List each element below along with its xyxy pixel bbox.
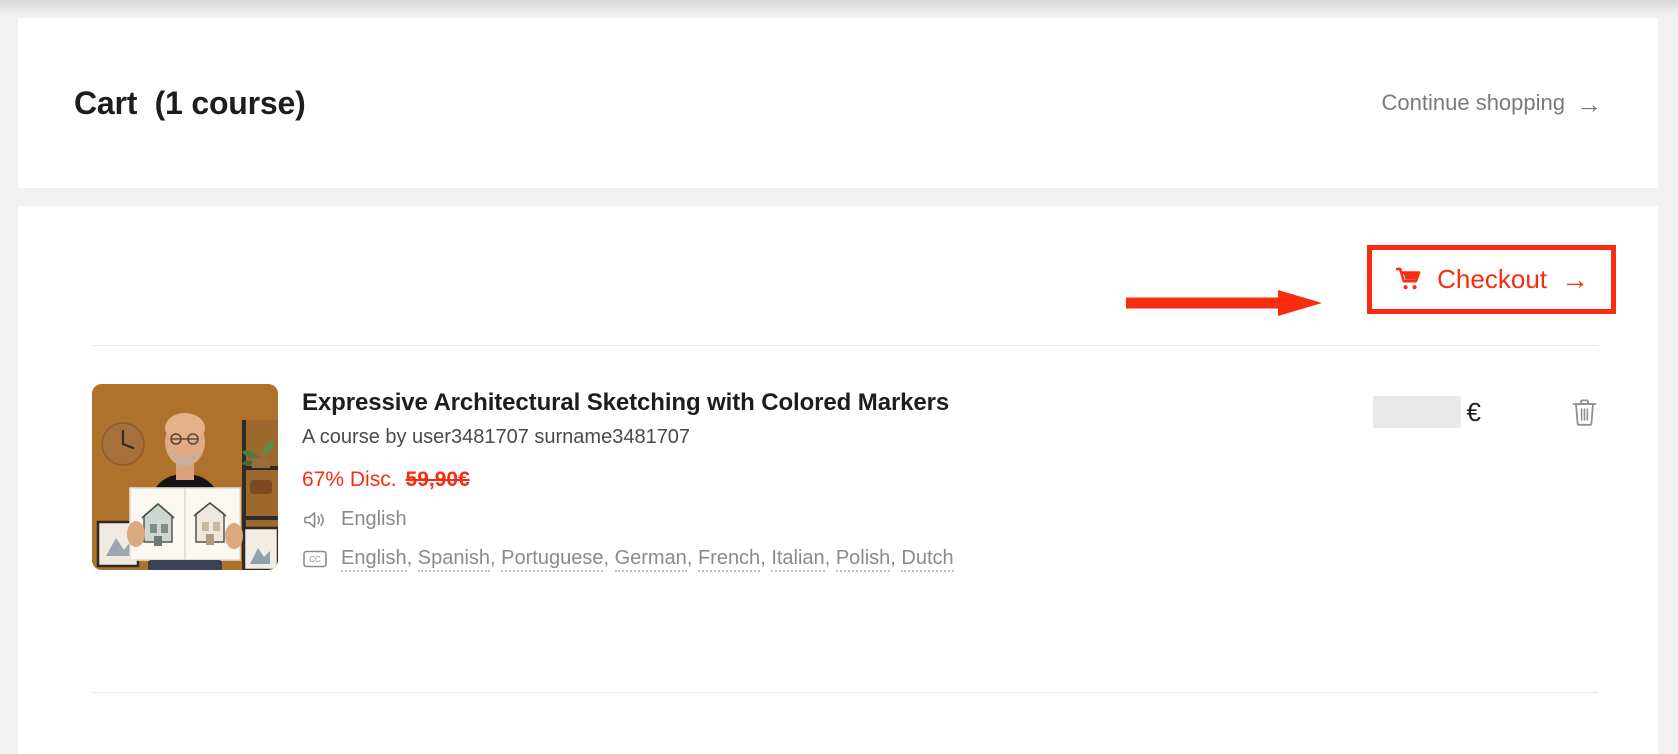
subtitle-language: Italian [771, 547, 825, 572]
price-value-redacted [1372, 396, 1461, 428]
audio-language-label: English [341, 508, 407, 530]
closed-caption-icon: CC [302, 550, 328, 568]
cart-item-details: Expressive Architectural Sketching with … [302, 384, 1355, 572]
discount-line: 67% Disc. 59,90€ [302, 468, 1355, 492]
subtitle-separator: , [490, 547, 502, 569]
subtitle-language: Spanish [417, 547, 491, 572]
subtitle-separator: , [603, 547, 615, 569]
subtitle-separator: , [890, 547, 902, 569]
subtitle-separator: , [760, 547, 772, 569]
delete-item-button[interactable] [1571, 398, 1598, 427]
trash-icon [1571, 398, 1598, 427]
arrow-right-icon: → [1576, 89, 1602, 119]
checkout-label: Checkout [1437, 263, 1547, 294]
cart-page: Cart (1 course) Continue shopping → Chec… [0, 0, 1678, 754]
divider-bottom [92, 692, 1598, 693]
subtitle-languages-list: English, Spanish, Portuguese, German, Fr… [341, 547, 954, 572]
subtitle-language: Dutch [901, 547, 954, 572]
subtitle-separator: , [406, 547, 418, 569]
checkout-row: Checkout → [74, 234, 1616, 324]
svg-text:CC: CC [309, 555, 321, 564]
subtitle-language: Polish [835, 547, 891, 572]
discount-label: 67% Disc. [302, 468, 397, 491]
subtitle-languages-row: CC English, Spanish, Portuguese, German,… [302, 547, 1355, 572]
subtitle-separator: , [686, 547, 698, 569]
price-currency: € [1466, 396, 1481, 427]
audio-speaker-icon [302, 510, 328, 530]
arrow-right-icon: → [1561, 264, 1589, 295]
subtitle-language: English [341, 547, 407, 572]
checkout-button[interactable]: Checkout → [1396, 264, 1589, 295]
item-price-cell: € [1372, 384, 1481, 428]
original-price: 59,90€ [405, 468, 470, 491]
cart-items-card: Checkout → Expressive Architectural Sket… [18, 206, 1658, 754]
divider-top [92, 345, 1598, 346]
shopping-cart-icon [1396, 267, 1423, 291]
cart-header-card: Cart (1 course) Continue shopping → [18, 18, 1658, 188]
page-title: Cart (1 course) [74, 84, 306, 121]
course-thumbnail[interactable] [92, 384, 278, 570]
checkout-highlight-box: Checkout → [1367, 244, 1616, 314]
course-title[interactable]: Expressive Architectural Sketching with … [302, 388, 1355, 418]
continue-shopping-label: Continue shopping [1381, 90, 1565, 115]
subtitle-language: French [697, 547, 761, 572]
subtitle-separator: , [824, 547, 836, 569]
subtitle-language: Portuguese [501, 547, 604, 572]
cart-header-inner: Cart (1 course) Continue shopping → [74, 18, 1602, 188]
course-author: A course by user3481707 surname3481707 [302, 426, 691, 448]
continue-shopping-link[interactable]: Continue shopping → [1381, 89, 1602, 119]
cart-item-row: Expressive Architectural Sketching with … [92, 384, 1598, 574]
page-top-strip [0, 0, 1678, 18]
subtitle-language: German [614, 547, 687, 572]
audio-language-row: English [302, 508, 1355, 531]
item-delete-cell [1571, 384, 1598, 427]
